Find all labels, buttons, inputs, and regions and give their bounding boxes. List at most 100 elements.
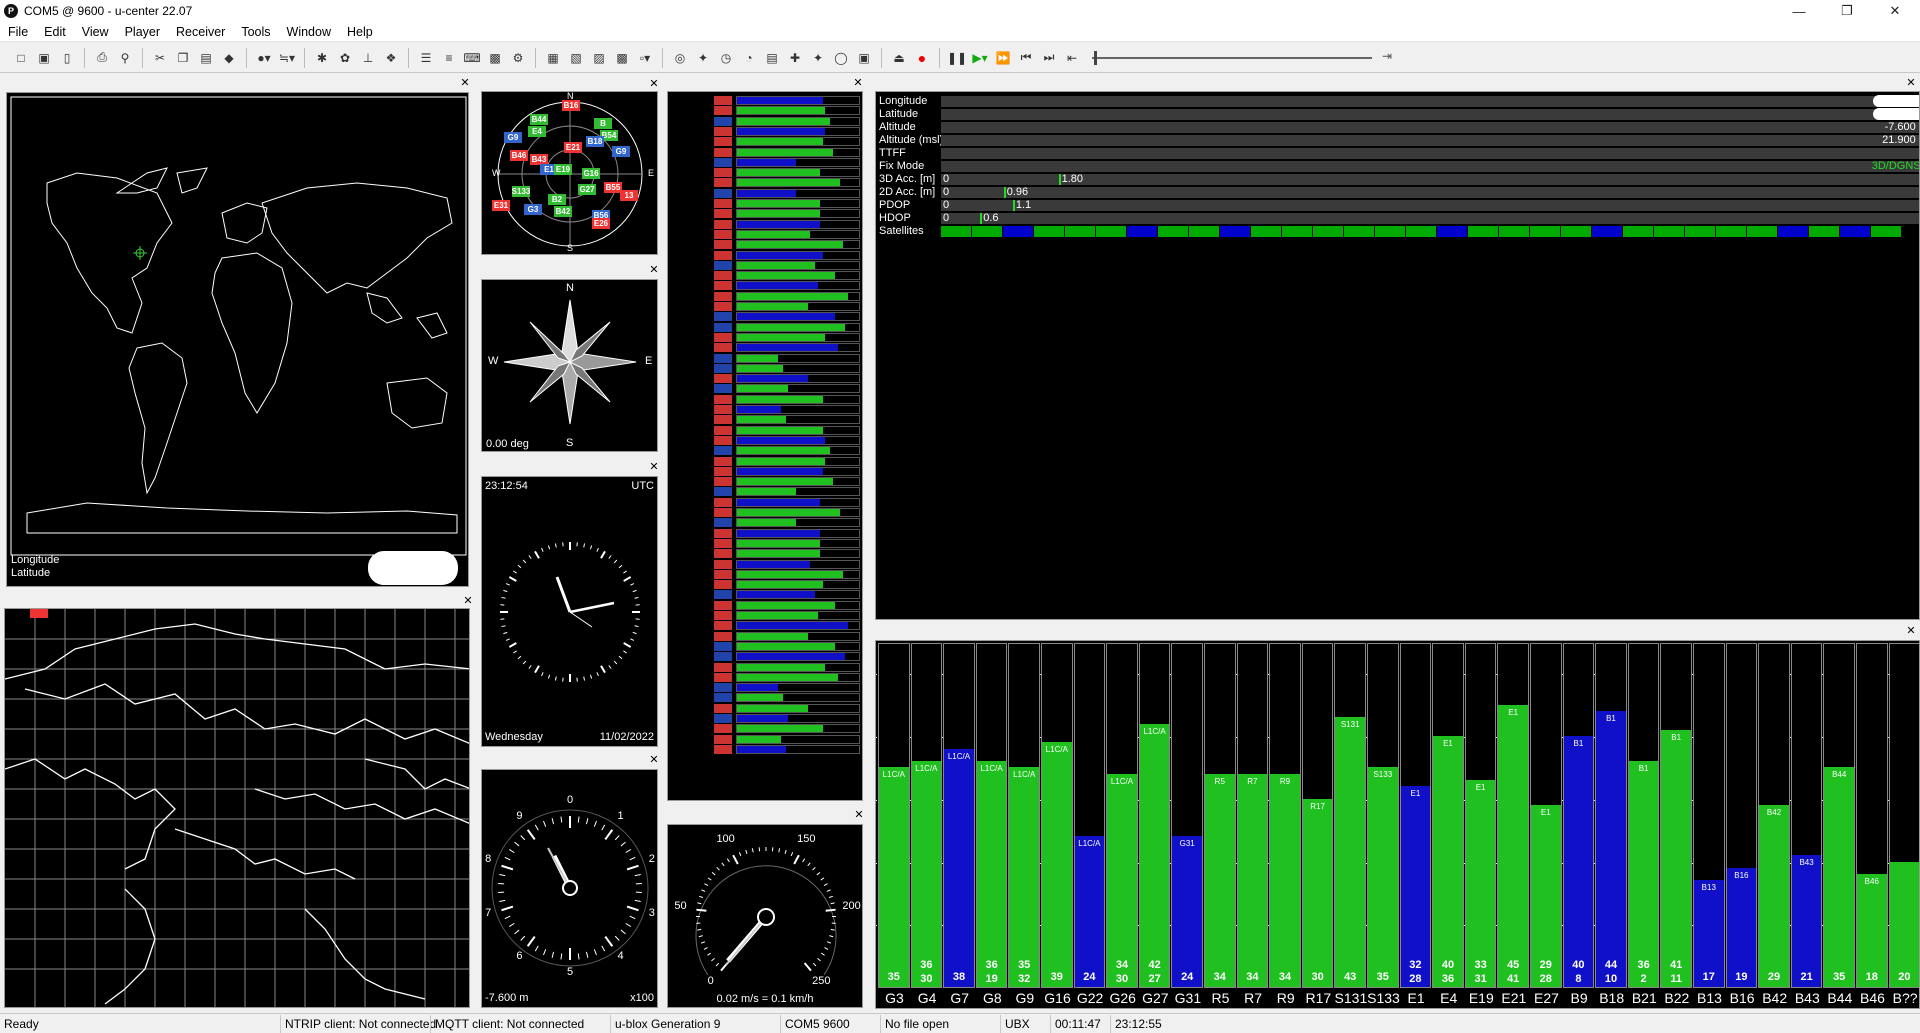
signal-list-row[interactable]	[670, 600, 860, 610]
menu-receiver[interactable]: Receiver	[168, 25, 233, 39]
signal-list-row[interactable]	[670, 405, 860, 414]
close-panel-icon[interactable]: ✕	[649, 755, 659, 766]
sky-satellite-e31[interactable]: E31	[492, 200, 510, 211]
signal-list-row[interactable]	[670, 611, 860, 620]
paste-icon[interactable]: ▤	[195, 47, 217, 69]
signal-list-row[interactable]	[670, 209, 860, 219]
menu-tools[interactable]: Tools	[233, 25, 278, 39]
close-panel-icon[interactable]: ✕	[1906, 78, 1916, 89]
signal-list-row[interactable]	[670, 147, 860, 157]
signal-list-row[interactable]	[670, 662, 860, 672]
signal-bar-column[interactable]: G31 24	[1171, 643, 1203, 988]
signal-bar-column[interactable]: L1C/A 36 19	[975, 643, 1008, 988]
close-panel-icon[interactable]: ✕	[854, 810, 864, 821]
signal-list-row[interactable]	[670, 157, 860, 167]
rewind-icon[interactable]: ⇤	[1061, 47, 1083, 69]
signal-bar-column[interactable]: L1C/A 39	[1041, 643, 1073, 988]
signal-list-row[interactable]	[670, 693, 860, 703]
signal-bar-column[interactable]: L1C/A 38	[943, 643, 975, 988]
config-view-icon[interactable]: ⚙	[507, 47, 529, 69]
signal-list-row[interactable]	[670, 538, 860, 548]
menu-window[interactable]: Window	[279, 25, 339, 39]
signal-list-row[interactable]	[670, 291, 860, 301]
signal-list-row[interactable]	[670, 590, 860, 600]
signal-list-row[interactable]	[670, 260, 860, 270]
signal-list-row[interactable]	[670, 137, 860, 147]
histogram-icon[interactable]: ▫▾	[634, 47, 656, 69]
signal-list-row[interactable]	[670, 652, 860, 662]
cut-icon[interactable]: ✂	[149, 47, 171, 69]
sky-satellite-g16[interactable]: G16	[582, 168, 600, 179]
signal-list-row[interactable]	[670, 322, 860, 332]
sky-satellite-b16[interactable]: B16	[562, 100, 580, 111]
sky-satellite-g27[interactable]: G27	[578, 184, 596, 195]
signal-list-row[interactable]	[670, 703, 860, 713]
signal-bar-column[interactable]: L1C/A 35	[878, 643, 910, 988]
signal-list-row[interactable]	[670, 332, 860, 342]
signal-bar-column[interactable]: E1 40 36	[1432, 643, 1464, 988]
print-preview-icon[interactable]: ⚲	[114, 47, 136, 69]
signal-list-row[interactable]	[670, 508, 860, 517]
print-icon[interactable]: ⎙	[91, 47, 113, 69]
signal-list-row[interactable]	[670, 744, 860, 754]
baudrate-icon[interactable]: ≒▾	[276, 47, 298, 69]
record-icon[interactable]: ●	[911, 47, 933, 69]
signal-list-row[interactable]	[670, 240, 860, 250]
signal-bar-column[interactable]: B46 18	[1856, 643, 1888, 988]
autobaud-icon[interactable]: ✱	[311, 47, 333, 69]
menu-view[interactable]: View	[74, 25, 117, 39]
sky-satellite-e4[interactable]: E4	[528, 126, 546, 137]
signal-list-row[interactable]	[670, 199, 860, 208]
stats-icon[interactable]: ▦	[542, 47, 564, 69]
signal-bar-column[interactable]: E1 33 31	[1464, 643, 1497, 988]
signal-list-row[interactable]	[670, 312, 860, 322]
signal-bar-column[interactable]: L1C/A 42 27	[1138, 643, 1171, 988]
signal-bar-column[interactable]: S131 43	[1334, 643, 1366, 988]
menu-help[interactable]: Help	[339, 25, 381, 39]
signal-list-row[interactable]	[670, 497, 860, 507]
status-view-icon[interactable]: ▣	[853, 47, 875, 69]
messages-view-icon[interactable]: ☰	[415, 47, 437, 69]
close-panel-icon[interactable]: ✕	[1906, 626, 1916, 637]
restore-icon[interactable]: ❐	[1824, 0, 1870, 22]
signal-bar-column[interactable]: R17 30	[1301, 643, 1334, 988]
signal-list-row[interactable]	[670, 714, 860, 723]
signal-list-row[interactable]	[670, 477, 860, 487]
sky-satellite-e21[interactable]: E21	[564, 142, 582, 153]
signal-list-row[interactable]	[670, 528, 860, 538]
signal-bar-column[interactable]: L1C/A 36 30	[910, 643, 943, 988]
signal-list-row[interactable]	[670, 374, 860, 384]
sky-satellite-b18[interactable]: B18	[586, 136, 604, 147]
signal-list-row[interactable]	[670, 425, 860, 435]
signal-list-row[interactable]	[670, 394, 860, 404]
debug-icon[interactable]: ✿	[334, 47, 356, 69]
signal-list-row[interactable]	[670, 178, 860, 188]
signal-list-row[interactable]	[670, 631, 860, 641]
signal-list-row[interactable]	[670, 456, 860, 466]
signal-list-row[interactable]	[670, 446, 860, 456]
signal-bar-column[interactable]: E1 29 28	[1530, 643, 1562, 988]
signal-bar-column[interactable]: B1 36 2	[1627, 643, 1660, 988]
sky-satellite-b44[interactable]: B44	[530, 114, 548, 125]
signal-list-row[interactable]	[670, 96, 860, 105]
signal-view-icon[interactable]: ▤	[761, 47, 783, 69]
antenna-icon[interactable]: ⊥	[357, 47, 379, 69]
table-view-icon[interactable]: ▧	[565, 47, 587, 69]
signal-list-row[interactable]	[670, 415, 860, 425]
sky-satellite-g3[interactable]: G3	[524, 204, 542, 215]
signal-bar-column[interactable]: B43 21	[1790, 643, 1823, 988]
sky-satellite-s133[interactable]: S133	[512, 186, 530, 197]
packet-console-icon[interactable]: ≡	[438, 47, 460, 69]
status-port[interactable]: COM5 9600	[780, 1014, 880, 1033]
signal-list-row[interactable]	[670, 281, 860, 291]
signal-list-row[interactable]	[670, 518, 860, 528]
signal-list-row[interactable]	[670, 621, 860, 631]
signal-list-row[interactable]	[670, 569, 860, 579]
sky-satellite-b[interactable]: B	[594, 118, 612, 129]
signal-list-row[interactable]	[670, 384, 860, 394]
signal-list-row[interactable]	[670, 106, 860, 116]
signal-list-row[interactable]	[670, 116, 860, 126]
sky-satellite-b46[interactable]: B46	[510, 150, 528, 161]
close-panel-icon[interactable]: ✕	[853, 78, 863, 89]
sky-satellite-b42[interactable]: B42	[554, 206, 572, 217]
